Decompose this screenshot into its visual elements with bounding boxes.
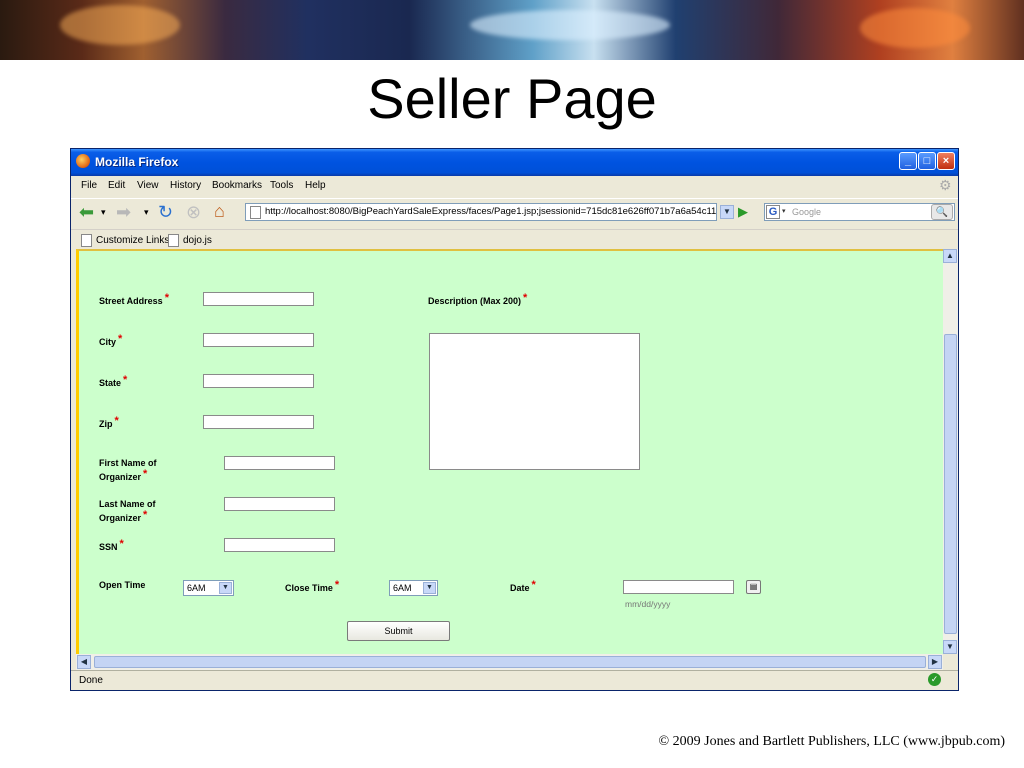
title-bar: Mozilla Firefox _ □ ×	[71, 149, 958, 176]
menu-edit[interactable]: Edit	[108, 180, 125, 191]
slide-title: Seller Page	[367, 67, 657, 130]
horizontal-scroll-thumb[interactable]	[94, 656, 926, 668]
open-time-value: 6AM	[187, 583, 206, 593]
zip-label: Zip *	[99, 415, 119, 429]
reload-icon[interactable]: ↻	[158, 202, 173, 222]
window-title: Mozilla Firefox	[95, 155, 179, 169]
navigation-toolbar: ⬅ ▾ ➡ ▾ ↻ ⊗ ⌂ http://localhost:8080/BigP…	[71, 198, 958, 229]
state-input[interactable]	[203, 374, 314, 388]
url-dropdown-icon[interactable]: ▼	[720, 205, 734, 219]
menu-file[interactable]: File	[81, 180, 97, 191]
bookmark-dojo-js[interactable]: dojo.js	[183, 235, 212, 246]
close-button[interactable]: ×	[937, 152, 955, 170]
search-engine-dropdown-icon[interactable]: ▾	[782, 208, 786, 215]
date-format-hint: mm/dd/yyyy	[625, 599, 671, 609]
slide-banner	[0, 0, 1024, 60]
scroll-down-icon[interactable]: ▼	[943, 640, 957, 654]
forward-icon[interactable]: ➡	[116, 202, 131, 222]
chevron-down-icon: ▼	[219, 582, 232, 594]
page-icon	[250, 206, 261, 219]
page-content: Street Address * City * State * Zip * First …	[76, 249, 943, 654]
bookmark-page-icon	[81, 234, 92, 247]
status-bar: Done ✓	[71, 670, 958, 691]
menu-bookmarks[interactable]: Bookmarks	[212, 180, 262, 191]
url-bar[interactable]: http://localhost:8080/BigPeachYardSaleEx…	[245, 203, 717, 221]
scroll-right-icon[interactable]: ▶	[928, 655, 942, 669]
ssn-label: SSN *	[99, 538, 124, 552]
search-icon[interactable]: 🔍	[931, 204, 953, 220]
check-icon: ✓	[928, 673, 941, 686]
close-time-label: Close Time *	[285, 579, 340, 593]
open-time-label: Open Time	[99, 580, 146, 590]
url-text: http://localhost:8080/BigPeachYardSaleEx…	[265, 206, 717, 217]
city-input[interactable]	[203, 333, 314, 347]
bookmarks-toolbar: Customize Links dojo.js	[71, 229, 958, 250]
menu-view[interactable]: View	[137, 180, 159, 191]
close-time-value: 6AM	[393, 583, 412, 593]
scroll-up-icon[interactable]: ▲	[943, 249, 957, 263]
last-name-label: Last Name of Organizer *	[99, 499, 156, 523]
first-name-label: First Name of Organizer *	[99, 458, 157, 482]
scroll-left-icon[interactable]: ◀	[77, 655, 91, 669]
street-address-input[interactable]	[203, 292, 314, 306]
search-bar[interactable]: G ▾ Google	[764, 203, 955, 221]
search-placeholder: Google	[792, 207, 822, 217]
chevron-down-icon: ▼	[423, 582, 436, 594]
zip-input[interactable]	[203, 415, 314, 429]
throbber-icon: ⚙	[939, 177, 952, 193]
menu-help[interactable]: Help	[305, 180, 326, 191]
firefox-icon	[76, 154, 90, 168]
menu-history[interactable]: History	[170, 180, 201, 191]
status-text: Done	[79, 675, 103, 686]
forward-dropdown-icon[interactable]: ▾	[144, 202, 149, 222]
browser-window: Mozilla Firefox _ □ × File Edit View His…	[70, 148, 959, 691]
date-label: Date *	[510, 579, 536, 593]
ssn-input[interactable]	[224, 538, 335, 552]
open-time-select[interactable]: 6AM ▼	[183, 580, 234, 596]
description-textarea[interactable]	[429, 333, 640, 470]
search-engine-icon[interactable]: G	[766, 205, 780, 219]
minimize-button[interactable]: _	[899, 152, 917, 170]
vertical-scroll-thumb[interactable]	[944, 334, 957, 634]
city-label: City *	[99, 333, 123, 347]
vertical-scrollbar[interactable]: ▲ ▼	[943, 249, 958, 654]
state-label: State *	[99, 374, 128, 388]
description-label: Description (Max 200) *	[428, 292, 528, 306]
home-icon[interactable]: ⌂	[214, 201, 225, 221]
horizontal-scrollbar[interactable]: ◀ ▶	[76, 654, 943, 670]
copyright-notice: © 2009 Jones and Bartlett Publishers, LL…	[658, 734, 1005, 749]
close-time-select[interactable]: 6AM ▼	[389, 580, 438, 596]
bookmark-customize-links[interactable]: Customize Links	[96, 235, 169, 246]
back-dropdown-icon[interactable]: ▾	[101, 202, 106, 222]
back-icon[interactable]: ⬅	[79, 202, 94, 222]
go-icon[interactable]: ▶	[738, 202, 748, 222]
submit-button[interactable]: Submit	[347, 621, 450, 641]
last-name-input[interactable]	[224, 497, 335, 511]
menu-tools[interactable]: Tools	[270, 180, 293, 191]
calendar-icon[interactable]: ▤	[746, 580, 761, 594]
menu-bar: File Edit View History Bookmarks Tools H…	[71, 176, 958, 196]
date-input[interactable]	[623, 580, 734, 594]
street-address-label: Street Address *	[99, 292, 169, 306]
maximize-button[interactable]: □	[918, 152, 936, 170]
bookmark-page-icon	[168, 234, 179, 247]
first-name-input[interactable]	[224, 456, 335, 470]
stop-icon[interactable]: ⊗	[186, 202, 201, 222]
